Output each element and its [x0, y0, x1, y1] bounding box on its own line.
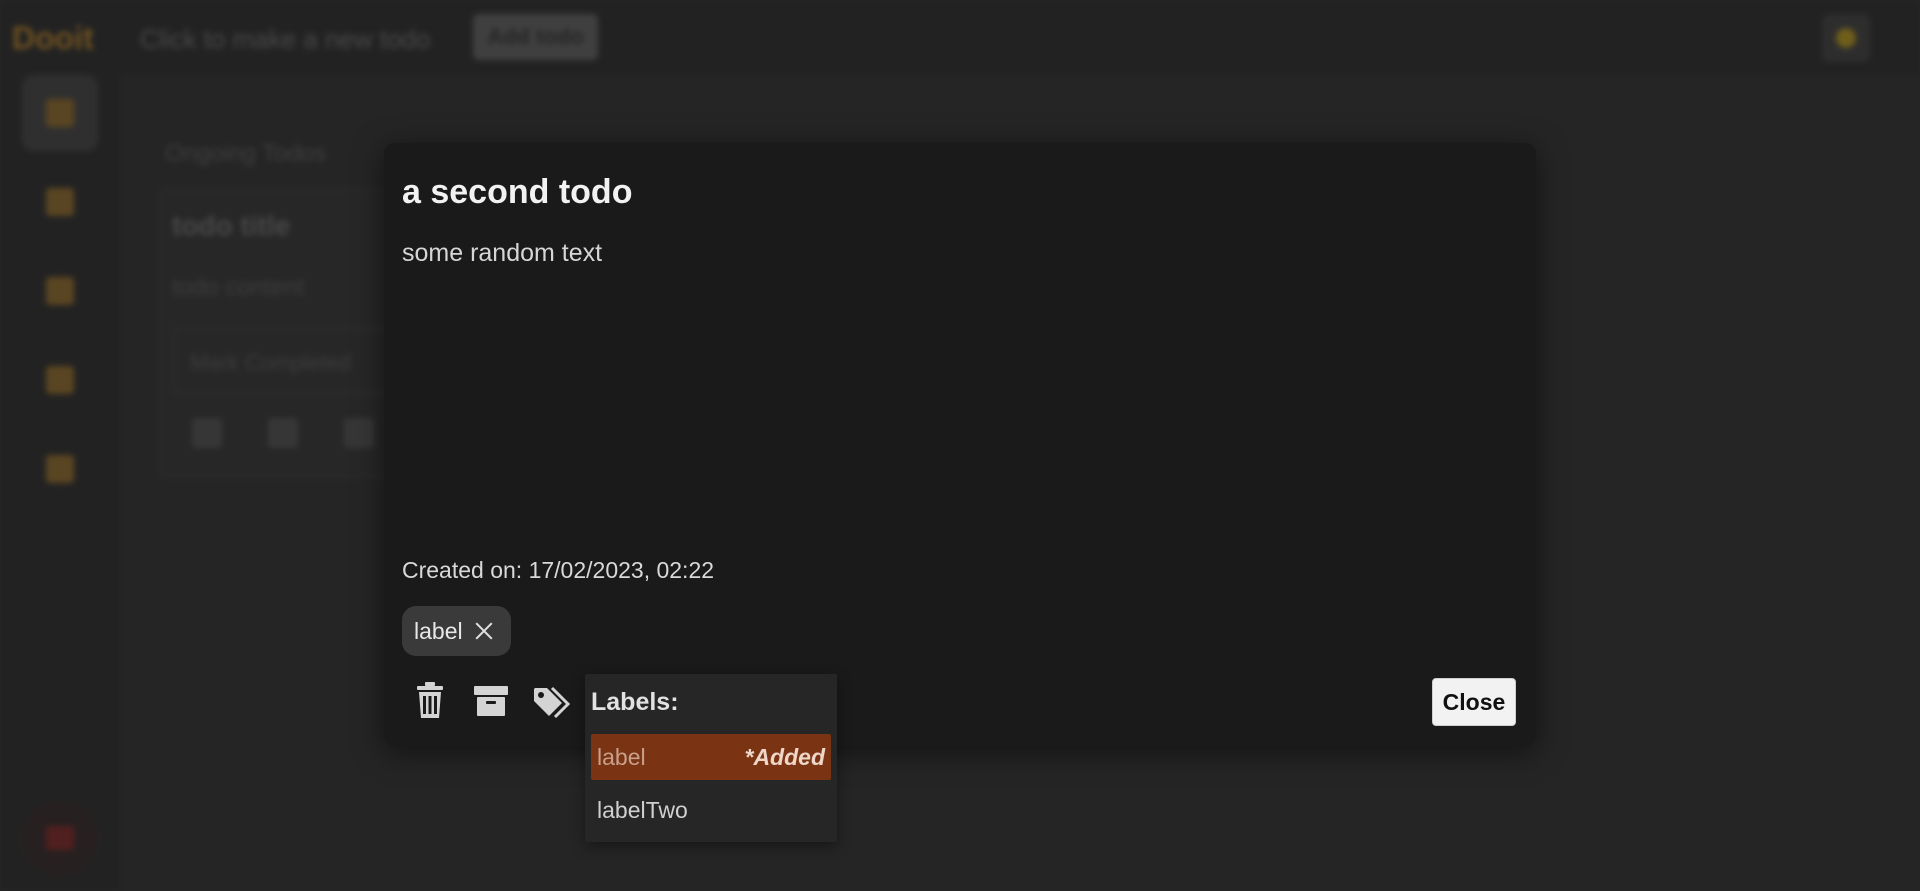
- close-button[interactable]: Close: [1432, 678, 1516, 726]
- label-chip: label: [402, 606, 511, 656]
- label-chip-text: label: [414, 617, 463, 644]
- label-added-note: *Added: [744, 743, 826, 770]
- tags-icon: [534, 686, 571, 719]
- labels-button[interactable]: [532, 680, 572, 720]
- label-option-labeltwo[interactable]: labelTwo: [591, 787, 831, 833]
- todo-title: a second todo: [402, 173, 633, 211]
- todo-body: some random text: [402, 239, 603, 267]
- labels-dropdown: Labels: label *Added labelTwo: [585, 674, 837, 842]
- trash-icon: [417, 682, 443, 718]
- label-option-name: labelTwo: [597, 796, 688, 823]
- label-option-name: label: [597, 743, 646, 770]
- label-option-label[interactable]: label *Added: [591, 734, 831, 780]
- delete-button[interactable]: [410, 680, 450, 720]
- remove-label-icon[interactable]: [473, 620, 495, 642]
- labels-dropdown-heading: Labels:: [591, 688, 679, 716]
- created-date: Created on: 17/02/2023, 02:22: [402, 557, 715, 583]
- archive-button[interactable]: [471, 680, 511, 720]
- archive-icon: [474, 686, 508, 716]
- todo-modal: a second todo some random text Created o…: [384, 143, 1536, 746]
